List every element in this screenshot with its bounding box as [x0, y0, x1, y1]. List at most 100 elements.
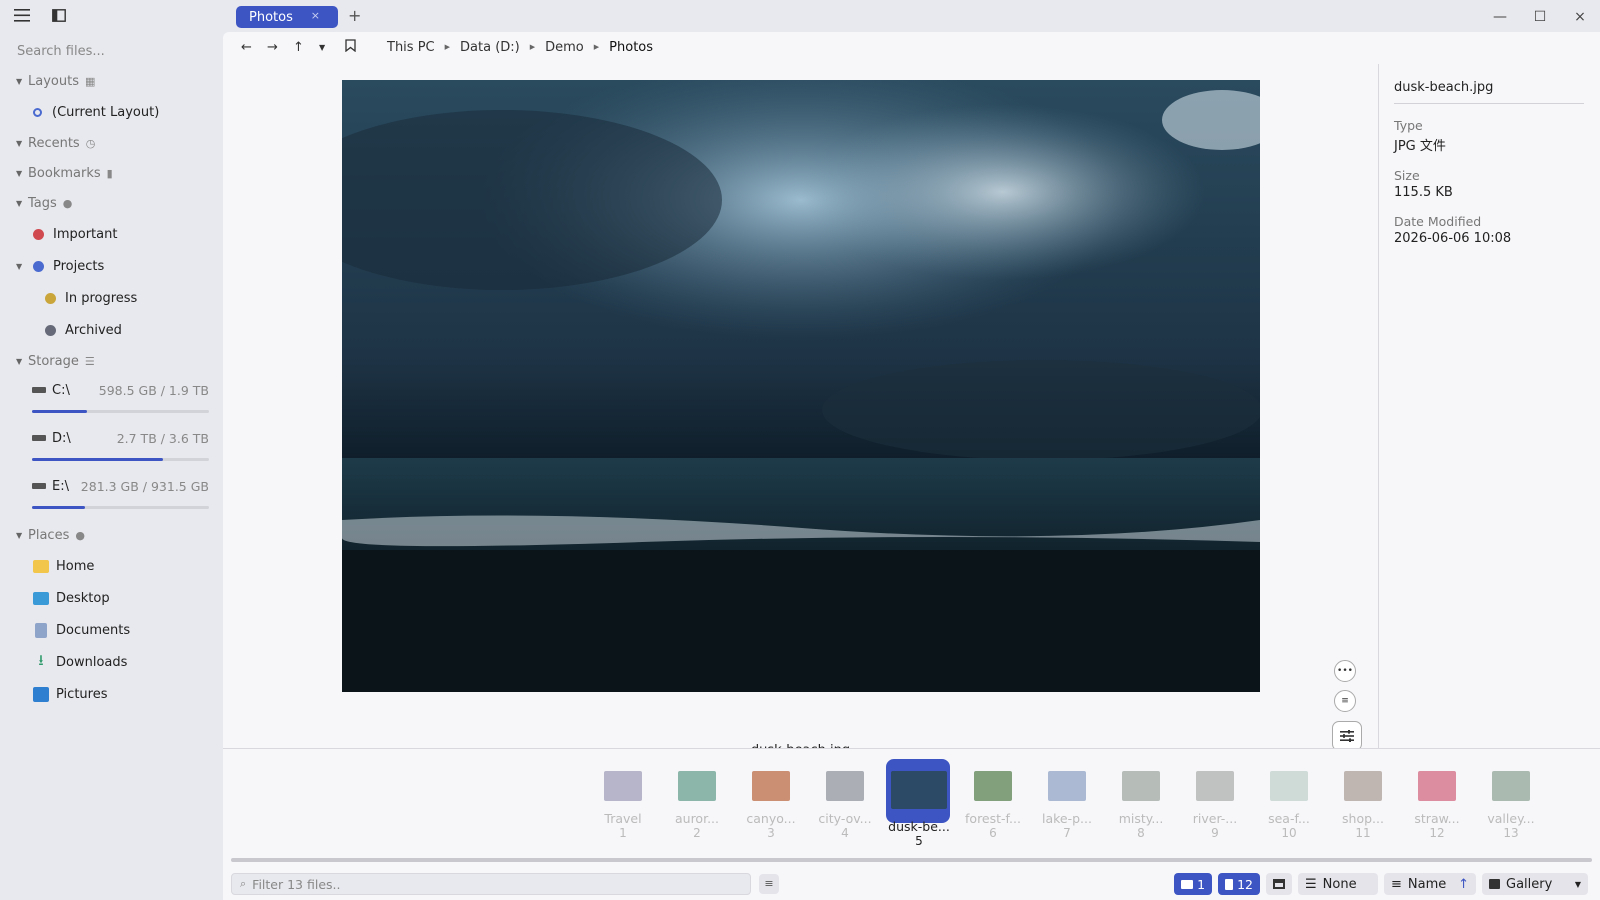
new-tab-button[interactable]: +: [348, 6, 361, 25]
toggle-sidebar-icon[interactable]: [52, 8, 66, 26]
more-options-button[interactable]: •••: [1334, 660, 1356, 682]
thumbnail-strip: Travel 1 auror... 2 canyo... 3 city-ov... 4 dusk…: [223, 748, 1600, 868]
sidebar: Search files... ▼ Layouts ▦ (Current Lay…: [0, 0, 223, 900]
tag-item-projects[interactable]: ▼ Projects: [0, 250, 223, 282]
section-places[interactable]: ▼ Places ●: [0, 520, 223, 550]
sort-by-value: Name: [1407, 876, 1447, 892]
view-mode-dropdown[interactable]: Gallery ▼: [1482, 873, 1588, 895]
thumbnail-image: [1344, 771, 1382, 801]
drive-icon: [32, 483, 46, 489]
caret-down-icon: ▼: [16, 261, 23, 271]
thumbnail-item[interactable]: dusk-be... 5: [882, 759, 956, 848]
drive-capacity: 2.7 TB / 3.6 TB: [116, 430, 209, 446]
view-mode-value: Gallery: [1506, 876, 1553, 892]
thumbnail-item[interactable]: city-ov... 4: [808, 759, 882, 848]
filter-placeholder: Filter 13 files..: [252, 876, 341, 892]
files-count-badge[interactable]: 12: [1218, 873, 1260, 895]
tag-item-important[interactable]: Important: [0, 218, 223, 250]
minimize-button[interactable]: —: [1480, 0, 1520, 32]
place-item-home[interactable]: Home: [0, 550, 223, 582]
sort-by-dropdown[interactable]: ≡ Name ↑: [1384, 873, 1476, 895]
thumbnail-name: straw...: [1414, 811, 1460, 826]
thumbnail-number: 13: [1503, 826, 1519, 840]
bookmark-icon: ▮: [106, 166, 113, 180]
breadcrumb-item[interactable]: Data (D:): [460, 40, 520, 55]
section-recents[interactable]: ▼ Recents ◷: [0, 128, 223, 158]
place-item-documents[interactable]: Documents: [0, 614, 223, 646]
thumbnail-item[interactable]: river-... 9: [1178, 759, 1252, 848]
breadcrumb-item[interactable]: Demo: [545, 40, 584, 55]
thumbnail-list: Travel 1 auror... 2 canyo... 3 city-ov... 4 dusk…: [586, 759, 1548, 848]
layout-toggle-button[interactable]: [1266, 873, 1292, 895]
info-filename: dusk-beach.jpg: [1394, 80, 1584, 104]
section-label: Storage: [28, 353, 79, 369]
thumbnail-number: 7: [1063, 826, 1071, 840]
drive-label: C:\: [52, 382, 70, 398]
filter-options-button[interactable]: ≡: [759, 874, 779, 894]
breadcrumb-item[interactable]: Photos: [609, 40, 653, 55]
thumbnail-item[interactable]: Travel 1: [586, 759, 660, 848]
caret-down-icon: ▼: [16, 198, 23, 208]
thumbnail-item[interactable]: straw... 12: [1400, 759, 1474, 848]
drive-item-c[interactable]: C:\ 598.5 GB / 1.9 TB: [0, 376, 223, 424]
thumbnail-number: 3: [767, 826, 775, 840]
drive-usage-fill: [32, 458, 163, 461]
sort-ascending-icon[interactable]: ↑: [1458, 877, 1469, 892]
thumbnail-number: 12: [1429, 826, 1445, 840]
maximize-button[interactable]: ☐: [1520, 0, 1560, 32]
folders-count-badge[interactable]: 1: [1174, 873, 1213, 895]
search-icon: ⌕: [240, 877, 247, 890]
thumbnail-item[interactable]: auror... 2: [660, 759, 734, 848]
section-bookmarks[interactable]: ▼ Bookmarks ▮: [0, 158, 223, 188]
back-arrow-icon[interactable]: ←: [241, 40, 267, 55]
adjustments-button[interactable]: [1332, 721, 1362, 751]
section-tags[interactable]: ▼ Tags ●: [0, 188, 223, 218]
hamburger-menu-icon[interactable]: [14, 8, 30, 26]
thumbnail-name: valley...: [1487, 811, 1535, 826]
group-by-dropdown[interactable]: ☰ None: [1298, 873, 1378, 895]
search-input[interactable]: Search files...: [17, 44, 223, 66]
tag-label: Archived: [65, 322, 122, 338]
drive-item-d[interactable]: D:\ 2.7 TB / 3.6 TB: [0, 424, 223, 472]
up-arrow-icon[interactable]: ↑: [293, 40, 319, 55]
drive-usage-fill: [32, 410, 87, 413]
history-dropdown-icon[interactable]: ▼: [319, 43, 345, 52]
thumbnail-name: river-...: [1192, 811, 1238, 826]
thumbnail-image: [891, 771, 947, 809]
place-item-pictures[interactable]: Pictures: [0, 678, 223, 710]
horizontal-scrollbar[interactable]: [231, 858, 1592, 862]
breadcrumb-item[interactable]: This PC: [387, 40, 435, 55]
thumbnail-item[interactable]: shop... 11: [1326, 759, 1400, 848]
section-storage[interactable]: ▼ Storage ☰: [0, 346, 223, 376]
tag-item-archived[interactable]: Archived: [0, 314, 223, 346]
tags-icon: ●: [62, 196, 73, 210]
image-viewer: dusk-beach.jpg ••• ≡: [223, 62, 1378, 780]
thumbnail-item[interactable]: misty... 8: [1104, 759, 1178, 848]
thumbnail-number: 5: [915, 834, 923, 848]
thumbnail-item[interactable]: valley... 13: [1474, 759, 1548, 848]
bookmark-add-icon[interactable]: [345, 38, 371, 56]
close-window-button[interactable]: ×: [1560, 0, 1600, 32]
forward-arrow-icon[interactable]: →: [267, 40, 293, 55]
preview-image[interactable]: [342, 80, 1260, 692]
tag-color-dot: [33, 228, 44, 240]
layouts-icon: ▦: [84, 74, 96, 88]
folder-icon: [33, 559, 49, 573]
tab-photos[interactable]: Photos ×: [236, 6, 338, 28]
info-type-label: Type: [1394, 118, 1423, 133]
tag-item-in-progress[interactable]: In progress: [0, 282, 223, 314]
section-label: Layouts: [28, 73, 79, 89]
place-item-desktop[interactable]: Desktop: [0, 582, 223, 614]
thumbnail-item[interactable]: sea-f... 10: [1252, 759, 1326, 848]
drive-item-e[interactable]: E:\ 281.3 GB / 931.5 GB: [0, 472, 223, 520]
details-list-button[interactable]: ≡: [1334, 690, 1356, 712]
info-size-label: Size: [1394, 168, 1420, 183]
thumbnail-item[interactable]: canyo... 3: [734, 759, 808, 848]
layout-item-current[interactable]: (Current Layout): [0, 96, 223, 128]
place-item-downloads[interactable]: ⭳ Downloads: [0, 646, 223, 678]
thumbnail-item[interactable]: lake-p... 7: [1030, 759, 1104, 848]
thumbnail-item[interactable]: forest-f... 6: [956, 759, 1030, 848]
section-layouts[interactable]: ▼ Layouts ▦: [0, 66, 223, 96]
filter-input[interactable]: ⌕ Filter 13 files..: [231, 873, 751, 895]
close-tab-icon[interactable]: ×: [311, 9, 320, 22]
